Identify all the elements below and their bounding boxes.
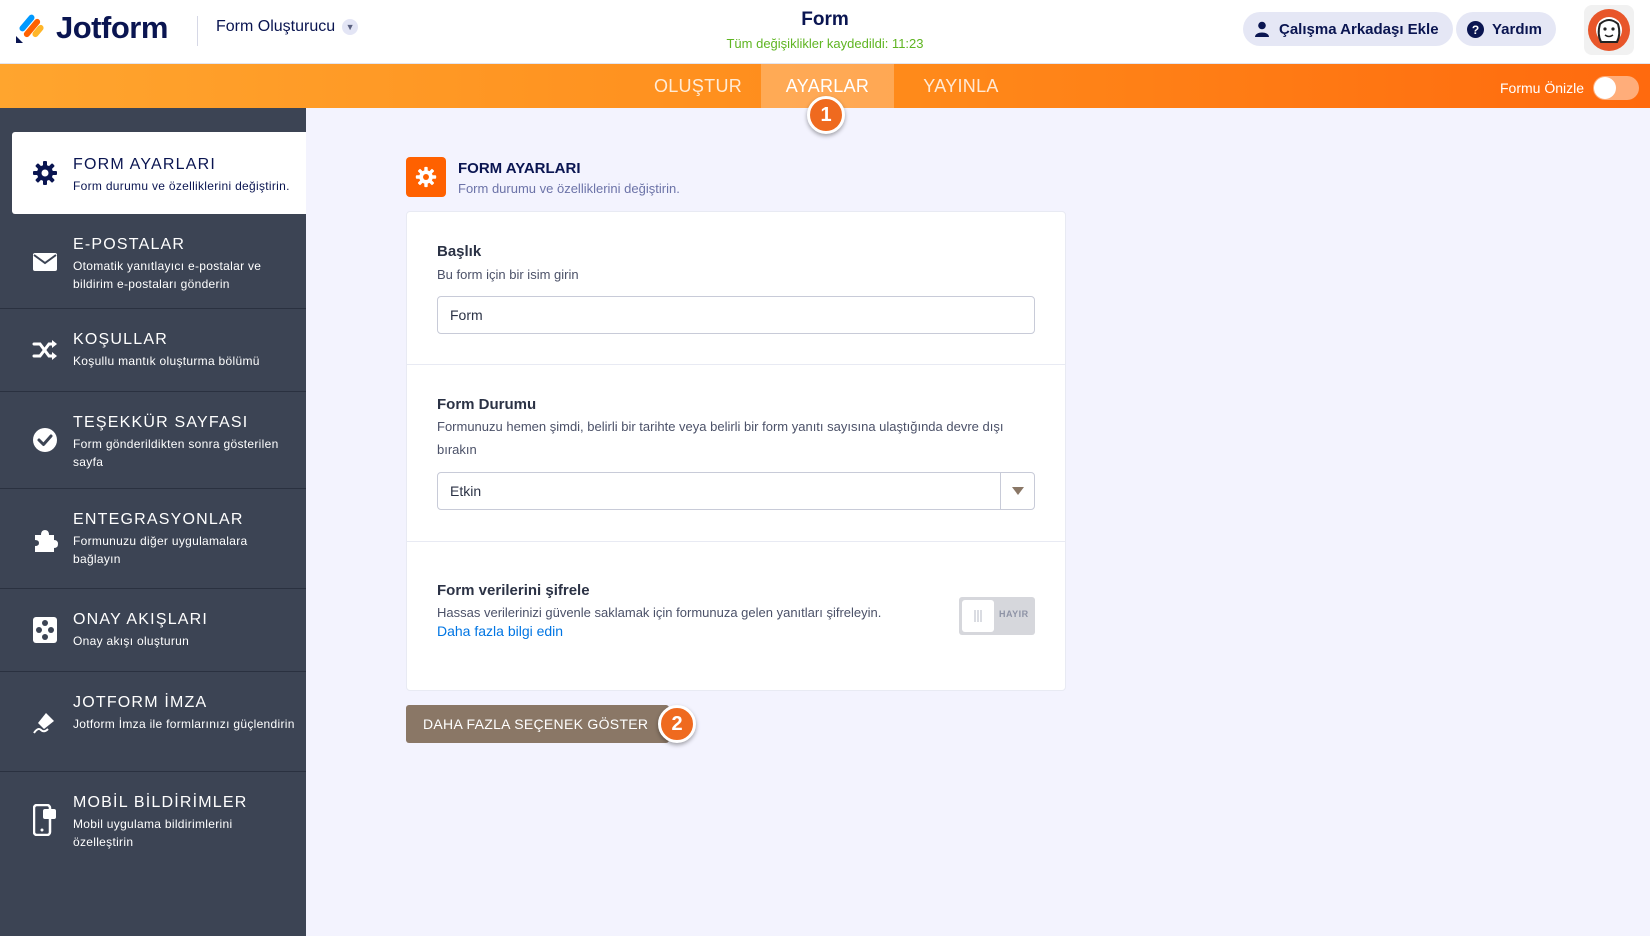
sidebar-item-mobile-notifications[interactable]: MOBİL BİLDİRİMLER Mobil uygulama bildiri… xyxy=(0,772,306,872)
sidebar-item-emails[interactable]: E-POSTALAR Otomatik yanıtlayıcı e-postal… xyxy=(0,214,306,309)
avatar[interactable] xyxy=(1584,5,1634,55)
form-status-value: Etkin xyxy=(450,483,482,499)
encrypt-label: Form verilerini şifrele xyxy=(437,582,590,599)
invite-collaborator-button[interactable]: Çalışma Arkadaşı Ekle xyxy=(1243,12,1453,46)
sidebar-item-desc: Onay akışı oluşturun xyxy=(73,634,190,648)
puzzle-icon xyxy=(31,526,59,554)
invite-label: Çalışma Arkadaşı Ekle xyxy=(1279,20,1439,38)
signature-pen-icon xyxy=(31,708,59,736)
section-title: FORM AYARLARI xyxy=(458,160,581,177)
learn-more-link[interactable]: Daha fazla bilgi edin xyxy=(437,623,563,639)
show-more-options-button[interactable]: DAHA FAZLA SEÇENEK GÖSTER xyxy=(406,705,669,743)
title-setting-row: Başlık Bu form için bir isim girin Form xyxy=(407,212,1065,365)
help-label: Yardım xyxy=(1492,20,1543,38)
status-label: Form Durumu xyxy=(437,396,537,413)
form-settings-card: Başlık Bu form için bir isim girin Form … xyxy=(406,211,1066,691)
sidebar-item-title: ENTEGRASYONLAR xyxy=(73,511,244,528)
sidebar-item-title: MOBİL BİLDİRİMLER xyxy=(73,794,248,811)
sidebar-item-desc: Otomatik yanıtlayıcı e-postalar ve bildi… xyxy=(73,259,262,291)
sidebar-item-title: KOŞULLAR xyxy=(73,331,168,348)
sidebar-item-integrations[interactable]: ENTEGRASYONLAR Formunuzu diğer uygulamal… xyxy=(0,489,306,589)
status-setting-row: Form Durumu Formunuzu hemen şimdi, belir… xyxy=(407,365,1065,542)
mobile-phone-icon xyxy=(31,804,59,836)
flow-icon xyxy=(31,616,59,644)
settings-sidebar: FORM AYARLARI Form durumu ve özellikleri… xyxy=(0,108,306,936)
section-subtitle: Form durumu ve özelliklerini değiştirin. xyxy=(458,181,680,196)
sidebar-item-title: FORM AYARLARI xyxy=(73,156,217,173)
gear-icon xyxy=(31,159,59,187)
form-title-input[interactable]: Form xyxy=(437,296,1035,334)
sidebar-item-desc: Form durumu ve özelliklerini değiştirin. xyxy=(73,179,290,193)
envelope-icon xyxy=(31,248,59,276)
tab-publish[interactable]: YAYINLA xyxy=(895,64,1027,108)
dropdown-arrow-icon[interactable] xyxy=(1000,473,1034,509)
preview-form-toggle[interactable]: Formu Önizle xyxy=(1500,76,1640,100)
chevron-down-icon: ▼ xyxy=(342,19,359,35)
toggle-handle-icon xyxy=(962,600,994,632)
toggle-off-label: HAYIR xyxy=(999,609,1029,619)
sidebar-item-desc: Mobil uygulama bildirimlerini özelleştir… xyxy=(73,817,233,849)
sidebar-item-desc: Form gönderildikten sonra gösterilen say… xyxy=(73,437,279,469)
encrypt-toggle[interactable]: HAYIR xyxy=(959,597,1035,635)
sidebar-item-form-settings[interactable]: FORM AYARLARI Form durumu ve özellikleri… xyxy=(12,132,306,214)
sidebar-item-title: E-POSTALAR xyxy=(73,236,186,253)
top-header: Jotform Form Oluşturucu ▼ Form Tüm değiş… xyxy=(0,0,1650,64)
sidebar-item-desc: Jotform İmza ile formlarınızı güçlendiri… xyxy=(73,717,295,731)
builder-label: Form Oluşturucu xyxy=(216,18,336,35)
sidebar-item-title: JOTFORM İMZA xyxy=(73,694,208,711)
step-badge-2: 2 xyxy=(658,705,696,743)
preview-switch[interactable] xyxy=(1593,76,1640,100)
help-button[interactable]: ? Yardım xyxy=(1456,12,1557,46)
shuffle-icon xyxy=(31,336,59,364)
gear-icon xyxy=(406,157,446,197)
sidebar-item-jotform-sign[interactable]: JOTFORM İMZA Jotform İmza ile formlarını… xyxy=(0,672,306,772)
title-label: Başlık xyxy=(437,243,482,260)
encrypt-description: Hassas verilerinizi güvenle saklamak içi… xyxy=(437,605,882,620)
builder-dropdown[interactable]: Form Oluşturucu ▼ xyxy=(216,18,359,36)
check-circle-icon xyxy=(31,426,59,454)
sidebar-item-thank-you-page[interactable]: TEŞEKKÜR SAYFASI Form gönderildikten son… xyxy=(0,392,306,489)
sidebar-item-conditions[interactable]: KOŞULLAR Koşullu mantık oluşturma bölümü xyxy=(0,309,306,392)
title-description: Bu form için bir isim girin xyxy=(437,267,579,282)
sidebar-item-title: TEŞEKKÜR SAYFASI xyxy=(73,414,249,431)
jotform-logo-icon xyxy=(14,11,46,45)
preview-label: Formu Önizle xyxy=(1500,80,1585,96)
sidebar-item-approval-flows[interactable]: ONAY AKIŞLARI Onay akışı oluşturun xyxy=(0,589,306,672)
help-icon: ? xyxy=(1466,20,1484,38)
avatar-image xyxy=(1588,9,1630,51)
status-description: Formunuzu hemen şimdi, belirli bir tarih… xyxy=(437,419,1004,457)
sidebar-item-desc: Formunuzu diğer uygulamalara bağlayın xyxy=(73,534,248,566)
encrypt-setting-row: Form verilerini şifrele Hassas verilerin… xyxy=(407,542,1065,690)
jotform-logo[interactable]: Jotform xyxy=(14,10,168,46)
step-badge-1: 1 xyxy=(807,96,845,134)
sidebar-item-title: ONAY AKIŞLARI xyxy=(73,611,209,628)
svg-text:?: ? xyxy=(1471,23,1478,37)
tab-build[interactable]: OLUŞTUR xyxy=(636,64,760,108)
header-divider xyxy=(197,16,198,46)
logo-text: Jotform xyxy=(56,10,168,45)
user-icon xyxy=(1253,20,1271,38)
sidebar-item-desc: Koşullu mantık oluşturma bölümü xyxy=(73,354,260,368)
form-status-select[interactable]: Etkin xyxy=(437,472,1035,510)
